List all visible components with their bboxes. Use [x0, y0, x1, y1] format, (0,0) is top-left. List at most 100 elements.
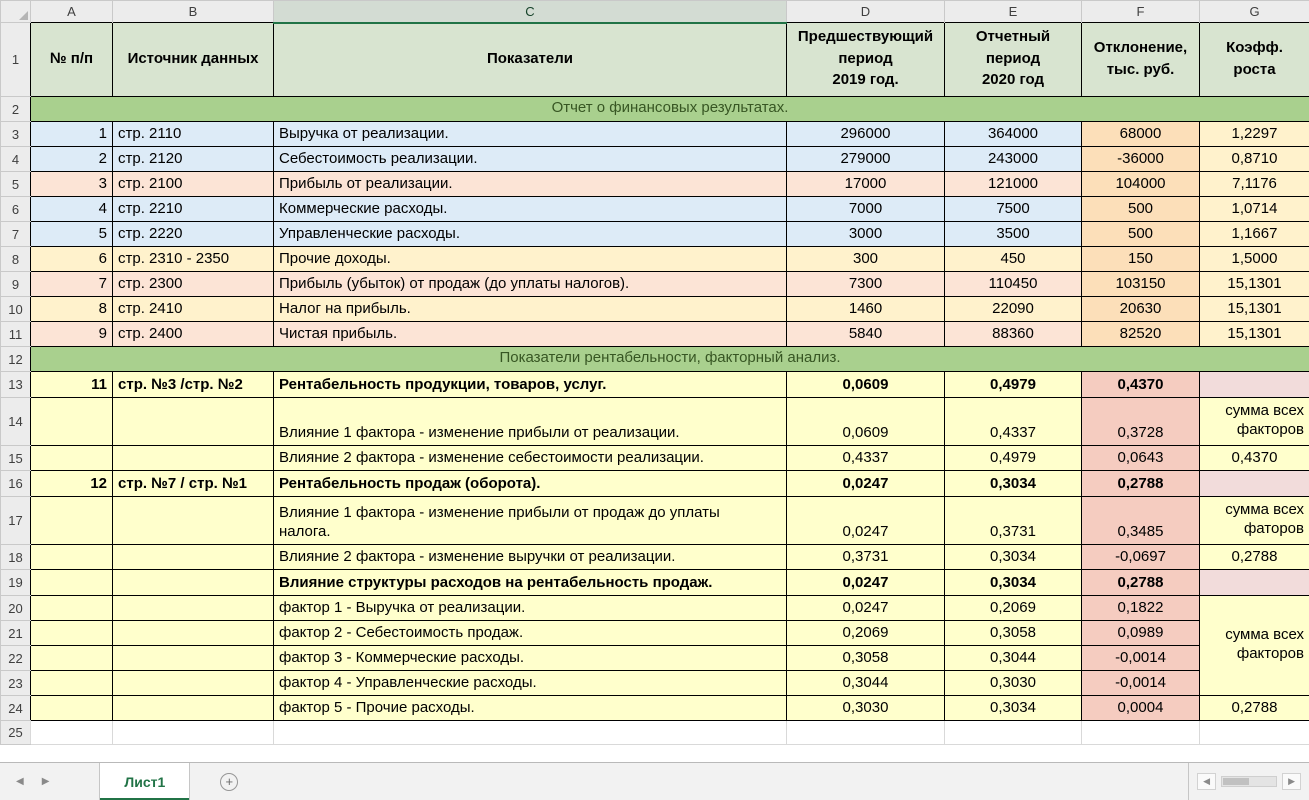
cell-B9[interactable]: стр. 2300: [112, 271, 274, 297]
cell-G17[interactable]: сумма всех фаторов: [1199, 496, 1309, 545]
cell-B24[interactable]: [112, 695, 274, 721]
row-header-5[interactable]: 5: [0, 171, 31, 197]
cell-C18[interactable]: Влияние 2 фактора - изменение выручки от…: [273, 544, 787, 570]
cell-F22[interactable]: -0,0014: [1081, 645, 1200, 671]
col-header-E[interactable]: E: [944, 0, 1082, 23]
cell-A4[interactable]: 2: [30, 146, 113, 172]
cell-A15[interactable]: [30, 445, 113, 471]
row-header-22[interactable]: 22: [0, 645, 31, 671]
cell-B23[interactable]: [112, 670, 274, 696]
cell-C25[interactable]: [273, 720, 787, 745]
cell-G6[interactable]: 1,0714: [1199, 196, 1309, 222]
cell-A21[interactable]: [30, 620, 113, 646]
cell-F23[interactable]: -0,0014: [1081, 670, 1200, 696]
cell-C9[interactable]: Прибыль (убыток) от продаж (до уплаты на…: [273, 271, 787, 297]
cell-E3[interactable]: 364000: [944, 121, 1082, 147]
cell-B18[interactable]: [112, 544, 274, 570]
row-header-18[interactable]: 18: [0, 544, 31, 570]
row-header-7[interactable]: 7: [0, 221, 31, 247]
cell-B15[interactable]: [112, 445, 274, 471]
cell-A22[interactable]: [30, 645, 113, 671]
cell-A3[interactable]: 1: [30, 121, 113, 147]
col-header-B[interactable]: B: [112, 0, 274, 23]
cell-F4[interactable]: -36000: [1081, 146, 1200, 172]
row-header-25[interactable]: 25: [0, 720, 31, 745]
cell-F8[interactable]: 150: [1081, 246, 1200, 272]
cell-G25[interactable]: [1199, 720, 1309, 745]
cell-G8[interactable]: 1,5000: [1199, 246, 1309, 272]
col-header-D[interactable]: D: [786, 0, 945, 23]
cell-F6[interactable]: 500: [1081, 196, 1200, 222]
cell-A2[interactable]: Отчет о финансовых результатах.: [30, 96, 1309, 122]
cell-F10[interactable]: 20630: [1081, 296, 1200, 322]
cell-B3[interactable]: стр. 2110: [112, 121, 274, 147]
cell-A9[interactable]: 7: [30, 271, 113, 297]
cell-E13[interactable]: 0,4979: [944, 371, 1082, 398]
cell-C7[interactable]: Управленческие расходы.: [273, 221, 787, 247]
row-header-17[interactable]: 17: [0, 496, 31, 545]
cell-A19[interactable]: [30, 569, 113, 596]
cell-D6[interactable]: 7000: [786, 196, 945, 222]
cell-C11[interactable]: Чистая прибыль.: [273, 321, 787, 347]
row-header-9[interactable]: 9: [0, 271, 31, 297]
cell-G24[interactable]: 0,2788: [1199, 695, 1309, 721]
cell-G20[interactable]: сумма всех факторов: [1199, 595, 1309, 696]
cell-D24[interactable]: 0,3030: [786, 695, 945, 721]
cell-E15[interactable]: 0,4979: [944, 445, 1082, 471]
cell-G14[interactable]: сумма всех факторов: [1199, 397, 1309, 446]
cell-E8[interactable]: 450: [944, 246, 1082, 272]
row-header-14[interactable]: 14: [0, 397, 31, 446]
cell-B25[interactable]: [112, 720, 274, 745]
cell-A10[interactable]: 8: [30, 296, 113, 322]
cell-C17[interactable]: Влияние 1 фактора - изменение прибыли от…: [273, 496, 787, 545]
cell-G5[interactable]: 7,1176: [1199, 171, 1309, 197]
cell-A8[interactable]: 6: [30, 246, 113, 272]
cell-C14[interactable]: Влияние 1 фактора - изменение прибыли от…: [273, 397, 787, 446]
cell-B21[interactable]: [112, 620, 274, 646]
cell-D1[interactable]: Предшествующий период 2019 год.: [786, 22, 945, 97]
row-header-10[interactable]: 10: [0, 296, 31, 322]
cell-F20[interactable]: 0,1822: [1081, 595, 1200, 621]
cell-E16[interactable]: 0,3034: [944, 470, 1082, 497]
cell-B4[interactable]: стр. 2120: [112, 146, 274, 172]
row-header-3[interactable]: 3: [0, 121, 31, 147]
cell-C4[interactable]: Себестоимость реализации.: [273, 146, 787, 172]
col-header-C[interactable]: C: [273, 0, 787, 24]
row-header-13[interactable]: 13: [0, 371, 31, 398]
cell-F18[interactable]: -0,0697: [1081, 544, 1200, 570]
cell-F7[interactable]: 500: [1081, 221, 1200, 247]
cell-D21[interactable]: 0,2069: [786, 620, 945, 646]
cell-A17[interactable]: [30, 496, 113, 545]
cell-G9[interactable]: 15,1301: [1199, 271, 1309, 297]
tab-nav-right-icon[interactable]: ▶: [42, 776, 50, 787]
cell-E11[interactable]: 88360: [944, 321, 1082, 347]
row-header-12[interactable]: 12: [0, 346, 31, 372]
cell-G7[interactable]: 1,1667: [1199, 221, 1309, 247]
row-header-21[interactable]: 21: [0, 620, 31, 646]
cell-G10[interactable]: 15,1301: [1199, 296, 1309, 322]
cell-A11[interactable]: 9: [30, 321, 113, 347]
cell-F15[interactable]: 0,0643: [1081, 445, 1200, 471]
cell-B17[interactable]: [112, 496, 274, 545]
tab-nav-left-icon[interactable]: ◀: [16, 776, 24, 787]
cell-A20[interactable]: [30, 595, 113, 621]
cell-B16[interactable]: стр. №7 / стр. №1: [112, 470, 274, 497]
cell-C20[interactable]: фактор 1 - Выручка от реализации.: [273, 595, 787, 621]
scroll-left-icon[interactable]: ◀: [1197, 773, 1217, 790]
cell-A6[interactable]: 4: [30, 196, 113, 222]
cell-D13[interactable]: 0,0609: [786, 371, 945, 398]
cell-B1[interactable]: Источник данных: [112, 22, 274, 97]
cell-E21[interactable]: 0,3058: [944, 620, 1082, 646]
cell-B13[interactable]: стр. №3 /стр. №2: [112, 371, 274, 398]
cell-G3[interactable]: 1,2297: [1199, 121, 1309, 147]
cell-F3[interactable]: 68000: [1081, 121, 1200, 147]
row-header-6[interactable]: 6: [0, 196, 31, 222]
cell-F16[interactable]: 0,2788: [1081, 470, 1200, 497]
cell-F19[interactable]: 0,2788: [1081, 569, 1200, 596]
cell-C1[interactable]: Показатели: [273, 22, 787, 97]
cell-C13[interactable]: Рентабельность продукции, товаров, услуг…: [273, 371, 787, 398]
cell-B20[interactable]: [112, 595, 274, 621]
row-header-19[interactable]: 19: [0, 569, 31, 596]
cell-D17[interactable]: 0,0247: [786, 496, 945, 545]
cell-B7[interactable]: стр. 2220: [112, 221, 274, 247]
